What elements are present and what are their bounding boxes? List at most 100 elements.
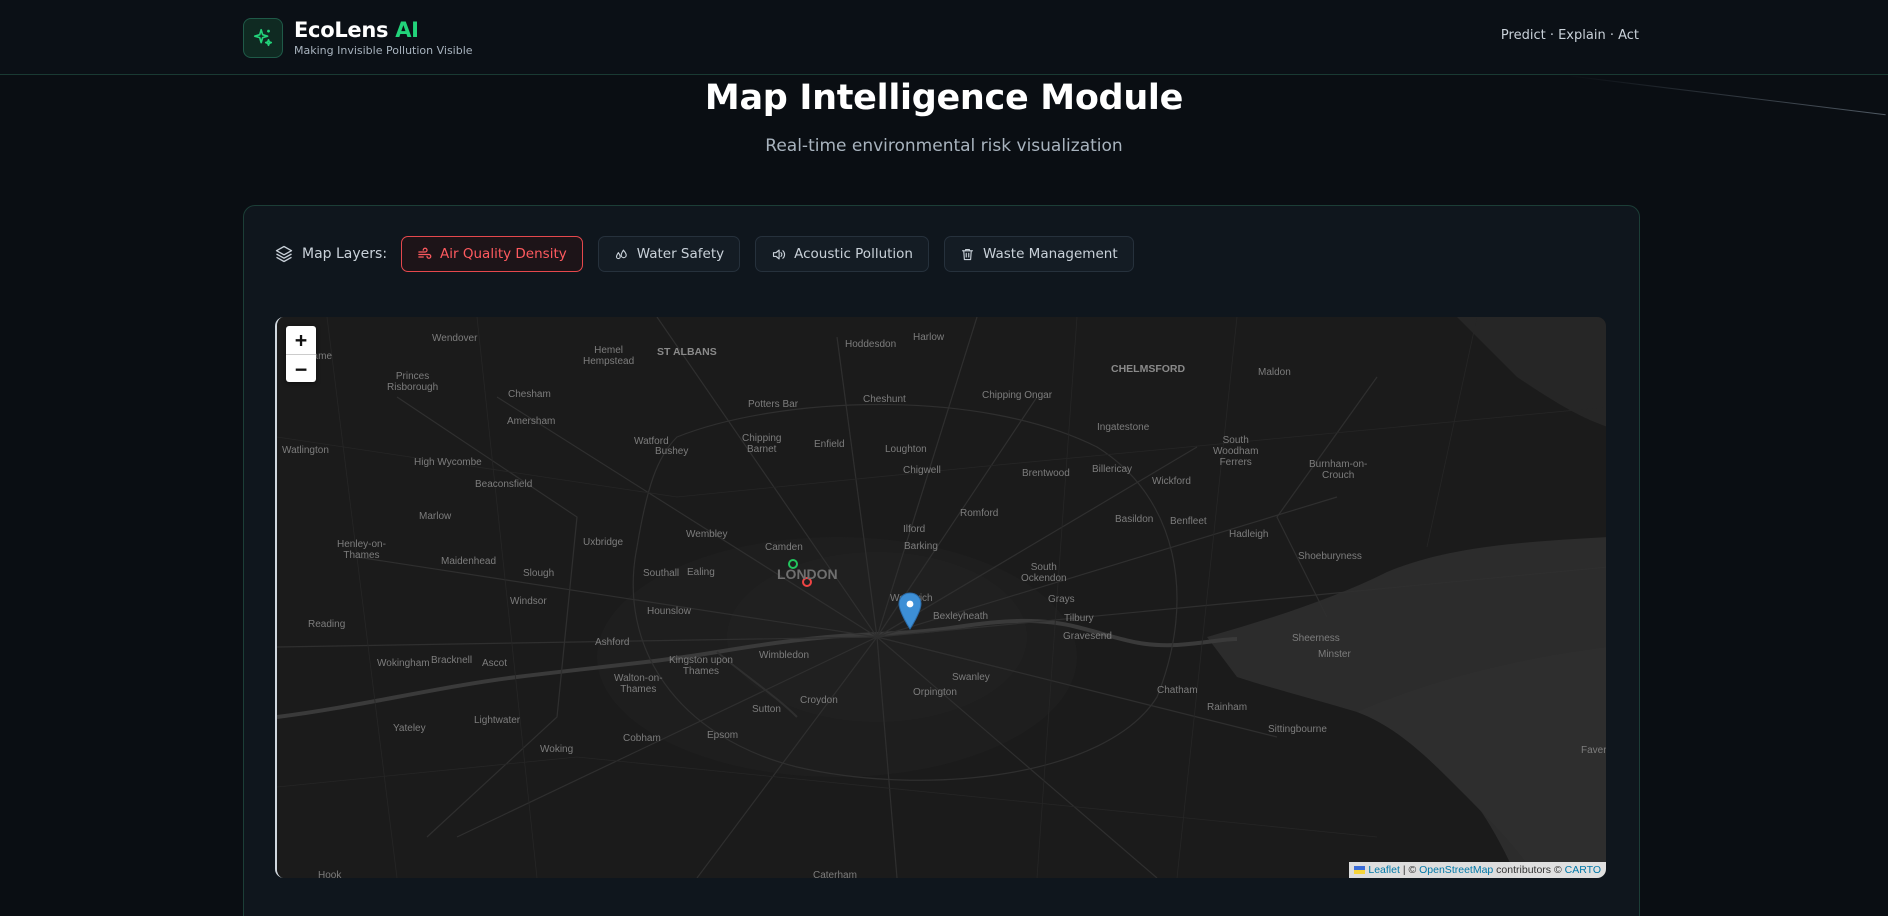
map-label: High Wycombe (414, 457, 482, 468)
leaflet-link[interactable]: Leaflet (1368, 864, 1400, 876)
map-label: Wickford (1152, 476, 1191, 487)
page-subtitle: Real-time environmental risk visualizati… (765, 136, 1123, 156)
wind-icon (418, 247, 432, 259)
map-label: Henley-on- Thames (337, 539, 386, 561)
map-label: South Woodham Ferrers (1213, 435, 1259, 468)
map-label: Barking (904, 541, 938, 552)
map-panel: Map Layers: Air Quality Density Water Sa… (243, 205, 1640, 916)
map-label: Lightwater (474, 715, 521, 726)
map-label: Caterham (813, 870, 857, 878)
attribution-contributors: contributors © (1493, 864, 1565, 876)
map-canvas[interactable]: Wendover Hemel Hempstead ST ALBANS Hoddes… (275, 317, 1606, 878)
page-title: Map Intelligence Module (704, 78, 1184, 118)
map-label: Bushey (655, 446, 689, 457)
map-base-tiles (277, 317, 1606, 878)
layer-acoustic-button[interactable]: Acoustic Pollution (755, 236, 929, 272)
brand-title: EcoLens AI (294, 18, 419, 42)
map-label: Marlow (419, 511, 452, 522)
map-label: Grays (1048, 594, 1075, 605)
map-label: South Ockendon (1021, 562, 1067, 584)
attribution-separator: | © (1399, 864, 1420, 876)
trash-icon (961, 248, 974, 260)
carto-link[interactable]: CARTO (1565, 864, 1601, 876)
brand-tagline: Making Invisible Pollution Visible (294, 44, 473, 57)
map-label: Ashford (595, 637, 630, 648)
map-label: Camden (765, 542, 803, 553)
map-label: Romford (960, 508, 999, 519)
map-label: Hook (318, 870, 342, 878)
map-label: Chesham (508, 389, 551, 400)
map-label: Slough (523, 568, 555, 579)
map-label: Faver (1581, 745, 1606, 756)
layer-acoustic-label: Acoustic Pollution (794, 246, 913, 262)
map-label: Loughton (885, 444, 927, 455)
layer-waste-button[interactable]: Waste Management (944, 236, 1134, 272)
map-label: Amersham (507, 416, 556, 427)
map-label: Wendover (432, 333, 478, 344)
map-label: Cheshunt (863, 394, 906, 405)
location-marker-icon[interactable] (898, 592, 922, 630)
zoom-out-button[interactable]: − (286, 354, 316, 382)
map-label: Gravesend (1063, 631, 1112, 642)
layer-waste-label: Waste Management (983, 246, 1118, 262)
map-label: Chipping Ongar (982, 390, 1053, 401)
map-label: Benfleet (1170, 516, 1207, 527)
map-label: Enfield (814, 439, 845, 450)
ukraine-flag-icon (1354, 866, 1366, 874)
zoom-control: + − (286, 326, 316, 382)
map-label: Billericay (1092, 464, 1133, 475)
map-label: Hounslow (647, 606, 691, 617)
map-label: Sutton (752, 704, 781, 715)
layers-icon (275, 245, 293, 263)
map-label: Woking (540, 744, 574, 755)
map-label: Harlow (913, 332, 945, 343)
map-label: Swanley (952, 672, 990, 683)
map-label: ST ALBANS (657, 346, 717, 358)
map-label: Chipping Barnet (742, 433, 782, 455)
map-label: Wembley (686, 529, 728, 540)
map-label: Windsor (510, 596, 547, 607)
map-label: Yateley (393, 723, 426, 734)
map-label: Burnham-on- Crouch (1309, 459, 1368, 481)
map-label: Chigwell (903, 465, 941, 476)
map-label: Bracknell (431, 655, 473, 666)
map-label: Maidenhead (441, 556, 497, 567)
sparkles-icon (243, 17, 283, 58)
layer-water-safety-button[interactable]: Water Safety (597, 236, 741, 272)
zoom-in-button[interactable]: + (286, 326, 316, 354)
map-label: Wokingham (377, 658, 430, 669)
map-label: Brentwood (1022, 468, 1070, 479)
map-label: Ealing (687, 567, 715, 578)
map-label: CHELMSFORD (1111, 363, 1186, 375)
map-label: Shoeburyness (1298, 551, 1362, 562)
map-label: Sheerness (1292, 633, 1340, 644)
brand-accent: AI (395, 18, 419, 42)
layers-label: Map Layers: (274, 244, 387, 264)
map-label: Watlington (282, 445, 329, 456)
map-label: Cobham (623, 733, 661, 744)
map-label: Wimbledon (759, 650, 810, 661)
map-label: Hemel Hempstead (583, 345, 635, 367)
top-navbar: EcoLens AI Making Invisible Pollution Vi… (0, 0, 1888, 75)
map-label: Kingston upon Thames (669, 655, 733, 677)
map-label: Potters Bar (748, 399, 799, 410)
map-label: Basildon (1115, 514, 1154, 525)
map-label: Sittingbourne (1268, 724, 1327, 735)
brand[interactable]: EcoLens AI Making Invisible Pollution Vi… (243, 17, 473, 58)
map-label: Orpington (913, 687, 957, 698)
layer-water-safety-label: Water Safety (636, 246, 725, 262)
map-label: Tilbury (1064, 613, 1094, 624)
osm-link[interactable]: OpenStreetMap (1419, 864, 1493, 876)
speaker-icon (773, 249, 786, 259)
map-label: Ingatestone (1097, 422, 1150, 433)
map-attribution: Leaflet | © OpenStreetMap contributors ©… (1349, 862, 1606, 878)
layer-air-quality-button[interactable]: Air Quality Density (401, 236, 583, 272)
city-label-london: LONDON (777, 566, 838, 582)
map-label: Reading (308, 619, 346, 630)
map-label: Hadleigh (1229, 529, 1269, 540)
map-label: Southall (643, 568, 680, 579)
map-label: Ascot (482, 658, 508, 669)
map-label: Princes Risborough (387, 371, 439, 393)
map-label: Epsom (707, 730, 739, 741)
map-label: Bexleyheath (933, 611, 989, 622)
